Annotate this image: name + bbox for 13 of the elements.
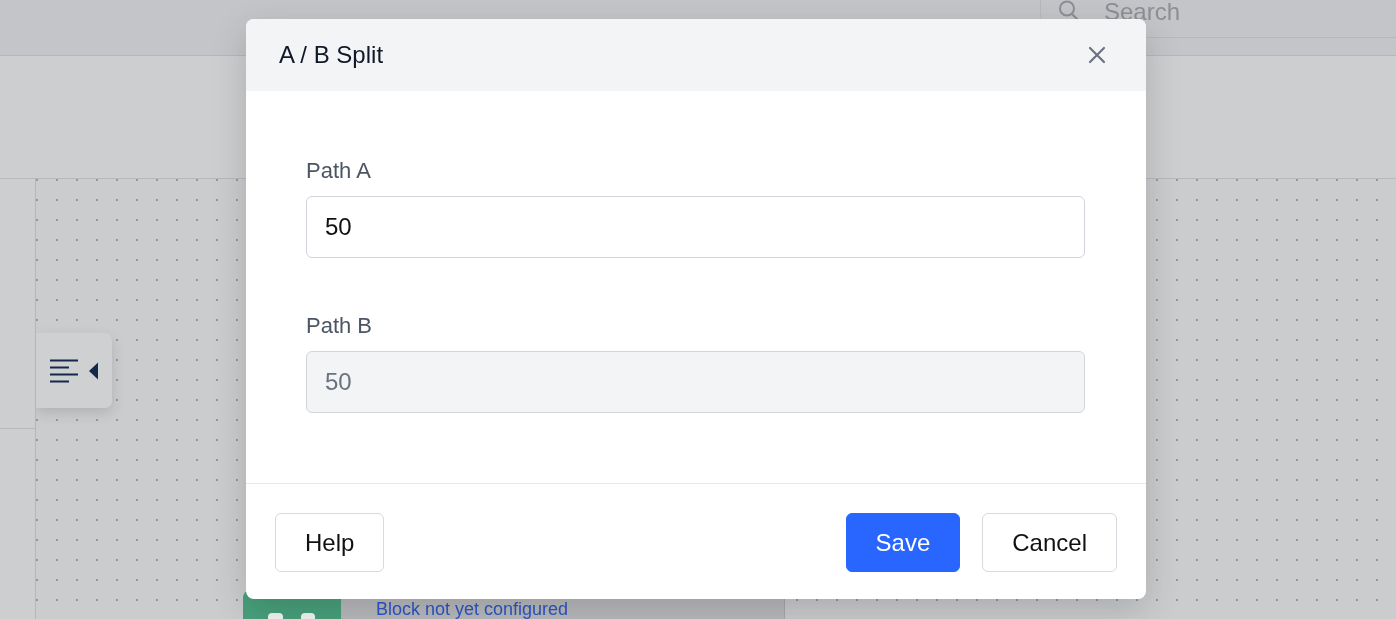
field-label: Path A <box>306 158 372 184</box>
lines-caret-icon <box>50 358 98 383</box>
outline-button[interactable]: Cancel <box>982 513 1117 572</box>
configure-link[interactable]: Block not yet configured <box>376 600 569 619</box>
dialog-title: A / B Split <box>279 41 384 69</box>
field-label: Path B <box>306 313 374 339</box>
close-icon <box>1088 46 1106 64</box>
primary-button[interactable]: Save <box>845 513 961 572</box>
panel-toggle-button[interactable] <box>36 333 112 408</box>
close-button[interactable] <box>1088 46 1106 64</box>
input-field[interactable]: 50 <box>306 196 1085 258</box>
outline-button[interactable]: Help <box>275 513 385 572</box>
search-icon <box>1058 0 1080 22</box>
